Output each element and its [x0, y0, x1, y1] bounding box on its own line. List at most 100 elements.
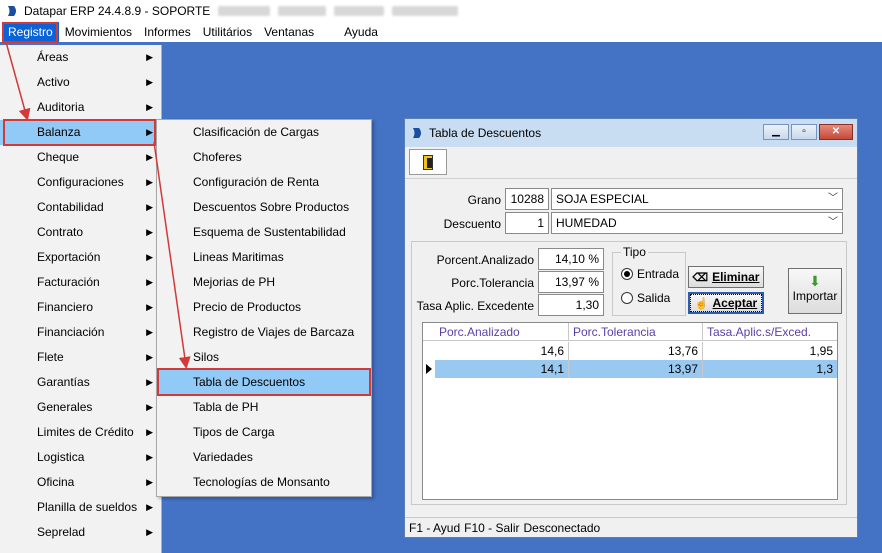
descuento-code-field[interactable]: 1 — [505, 212, 549, 234]
submenu-item-configuracion-renta[interactable]: Configuración de Renta — [157, 170, 371, 195]
chevron-down-icon: ﹀ — [828, 193, 838, 204]
submenu-arrow-icon: ▶ — [146, 277, 153, 287]
submenu-arrow-icon: ▶ — [146, 252, 153, 262]
datapar-logo-icon — [413, 128, 421, 138]
menu-item-generales[interactable]: Generales ▶ — [0, 395, 161, 420]
submenu-arrow-icon: ▶ — [146, 527, 153, 537]
descuento-select[interactable]: HUMEDAD ﹀ — [551, 212, 843, 234]
hand-accept-icon: ☝ — [694, 297, 709, 310]
menu-item-areas[interactable]: Áreas ▶ — [0, 45, 161, 70]
radio-checked-icon — [621, 268, 633, 280]
menu-item-planilla-sueldos[interactable]: Planilla de sueldos ▶ — [0, 495, 161, 520]
menu-item-cheque[interactable]: Cheque ▶ — [0, 145, 161, 170]
submenu-arrow-icon: ▶ — [146, 402, 153, 412]
submenu-arrow-icon: ▶ — [146, 52, 153, 62]
submenu-item-tecnologias-monsanto[interactable]: Tecnologías de Monsanto — [157, 470, 371, 495]
grano-code-field[interactable]: 10288 — [505, 188, 549, 210]
menu-item-financiero[interactable]: Financiero ▶ — [0, 295, 161, 320]
download-arrow-icon: ⬇ — [809, 273, 821, 289]
table-cell: 1,95 — [809, 344, 833, 358]
submenu-item-descuentos-productos[interactable]: Descuentos Sobre Productos — [157, 195, 371, 220]
menu-bar: Registro Movimientos Informes Utilitário… — [0, 22, 882, 42]
submenu-item-variedades[interactable]: Variedades — [157, 445, 371, 470]
tipo-label: Tipo — [621, 245, 648, 259]
radio-entrada[interactable]: Entrada — [621, 267, 679, 281]
row-indicator-icon — [426, 364, 432, 374]
menu-item-activo[interactable]: Activo ▶ — [0, 70, 161, 95]
status-exit: F10 - Salir — [464, 520, 520, 535]
submenu-item-esquema-sustentabilidad[interactable]: Esquema de Sustentabilidad — [157, 220, 371, 245]
aceptar-button[interactable]: ☝ Aceptar — [688, 292, 764, 314]
submenu-item-registro-viajes-barcaza[interactable]: Registro de Viajes de Barcaza — [157, 320, 371, 345]
radio-salida[interactable]: Salida — [621, 291, 670, 305]
tabla-descuentos-window: Tabla de Descuentos ▁ ▫ ✕ Grano 10288 SO… — [404, 118, 858, 538]
submenu-arrow-icon: ▶ — [146, 227, 153, 237]
eraser-icon: ⌫ — [692, 271, 709, 284]
menu-informes[interactable]: Informes — [138, 22, 197, 42]
grano-select[interactable]: SOJA ESPECIAL ﹀ — [551, 188, 843, 210]
descuento-label: Descuento — [443, 217, 501, 231]
detail-panel: Porcent.Analizado 14,10 % Porc.Toleranci… — [411, 241, 847, 505]
redacted-text — [334, 6, 385, 16]
minimize-button[interactable]: ▁ — [763, 124, 789, 140]
balanza-submenu: Clasificación de Cargas Choferes Configu… — [156, 119, 372, 497]
submenu-item-tabla-ph[interactable]: Tabla de PH — [157, 395, 371, 420]
status-connection: Desconectado — [523, 520, 601, 535]
table-cell: 14,6 — [435, 342, 569, 360]
menu-item-contabilidad[interactable]: Contabilidad ▶ — [0, 195, 161, 220]
submenu-item-tipos-carga[interactable]: Tipos de Carga — [157, 420, 371, 445]
descuentos-grid[interactable]: Porc.Analizado Porc.Tolerancia Tasa.Apli… — [422, 322, 838, 500]
grano-label: Grano — [467, 193, 501, 207]
submenu-item-clasificacion-cargas[interactable]: Clasificación de Cargas — [157, 120, 371, 145]
menu-movimientos[interactable]: Movimientos — [59, 22, 138, 42]
table-cell: 14,1 — [435, 360, 569, 378]
chevron-down-icon: ﹀ — [828, 217, 838, 228]
status-help: F1 - Ayud — [409, 520, 461, 535]
radio-unchecked-icon — [621, 292, 633, 304]
menu-item-exportacion[interactable]: Exportación ▶ — [0, 245, 161, 270]
table-cell: 1,3 — [703, 360, 837, 378]
datapar-logo-icon — [8, 6, 16, 16]
menu-item-auditoria[interactable]: Auditoria ▶ — [0, 95, 161, 120]
menu-ayuda[interactable]: Ayuda — [338, 22, 384, 42]
exit-button[interactable] — [409, 149, 447, 175]
eliminar-button[interactable]: ⌫ Eliminar — [688, 266, 764, 288]
submenu-arrow-icon: ▶ — [146, 152, 153, 162]
menu-utilitarios[interactable]: Utilitários — [197, 22, 258, 42]
menu-item-facturacion[interactable]: Facturación ▶ — [0, 270, 161, 295]
column-header-porc-tolerancia[interactable]: Porc.Tolerancia — [569, 323, 703, 341]
app-title-bar: Datapar ERP 24.4.8.9 - SOPORTE — [0, 0, 882, 22]
menu-item-seprelad[interactable]: Seprelad ▶ — [0, 520, 161, 545]
menu-item-configuraciones[interactable]: Configuraciones ▶ — [0, 170, 161, 195]
menu-item-limites-credito[interactable]: Limites de Crédito ▶ — [0, 420, 161, 445]
column-header-tasa-aplic[interactable]: Tasa.Aplic.s/Exced. — [703, 323, 837, 341]
tasa-excedente-field[interactable]: 1,30 — [538, 294, 604, 316]
porc-analizado-field[interactable]: 14,10 % — [538, 248, 604, 270]
close-button[interactable]: ✕ — [819, 124, 853, 140]
column-header-porc-analizado[interactable]: Porc.Analizado — [435, 323, 569, 341]
table-row[interactable]: 14,6 13,76 1,95 — [423, 342, 837, 360]
tasa-excedente-label: Tasa Aplic. Excedente — [416, 299, 534, 313]
table-row-selected[interactable]: 14,1 13,97 1,3 — [423, 360, 837, 378]
submenu-arrow-icon: ▶ — [146, 327, 153, 337]
menu-item-contrato[interactable]: Contrato ▶ — [0, 220, 161, 245]
submenu-item-lineas-maritimas[interactable]: Lineas Maritimas — [157, 245, 371, 270]
menu-item-financiacion[interactable]: Financiación ▶ — [0, 320, 161, 345]
annotation-box-balanza — [3, 119, 156, 146]
importar-button[interactable]: ⬇ Importar — [788, 268, 842, 314]
menu-item-oficina[interactable]: Oficina ▶ — [0, 470, 161, 495]
maximize-button[interactable]: ▫ — [791, 124, 817, 140]
menu-ventanas[interactable]: Ventanas — [258, 22, 320, 42]
window-title-bar[interactable]: Tabla de Descuentos ▁ ▫ ✕ — [405, 119, 857, 147]
menu-item-garantias[interactable]: Garantías ▶ — [0, 370, 161, 395]
submenu-item-choferes[interactable]: Choferes — [157, 145, 371, 170]
menu-item-logistica[interactable]: Logistica ▶ — [0, 445, 161, 470]
annotation-box-registro — [2, 22, 58, 43]
submenu-item-silos[interactable]: Silos — [157, 345, 371, 370]
submenu-item-mejorias-ph[interactable]: Mejorias de PH — [157, 270, 371, 295]
menu-item-flete[interactable]: Flete ▶ — [0, 345, 161, 370]
submenu-item-precio-productos[interactable]: Precio de Productos — [157, 295, 371, 320]
porc-tolerancia-field[interactable]: 13,97 % — [538, 271, 604, 293]
submenu-arrow-icon: ▶ — [146, 302, 153, 312]
exit-door-icon — [423, 155, 433, 170]
